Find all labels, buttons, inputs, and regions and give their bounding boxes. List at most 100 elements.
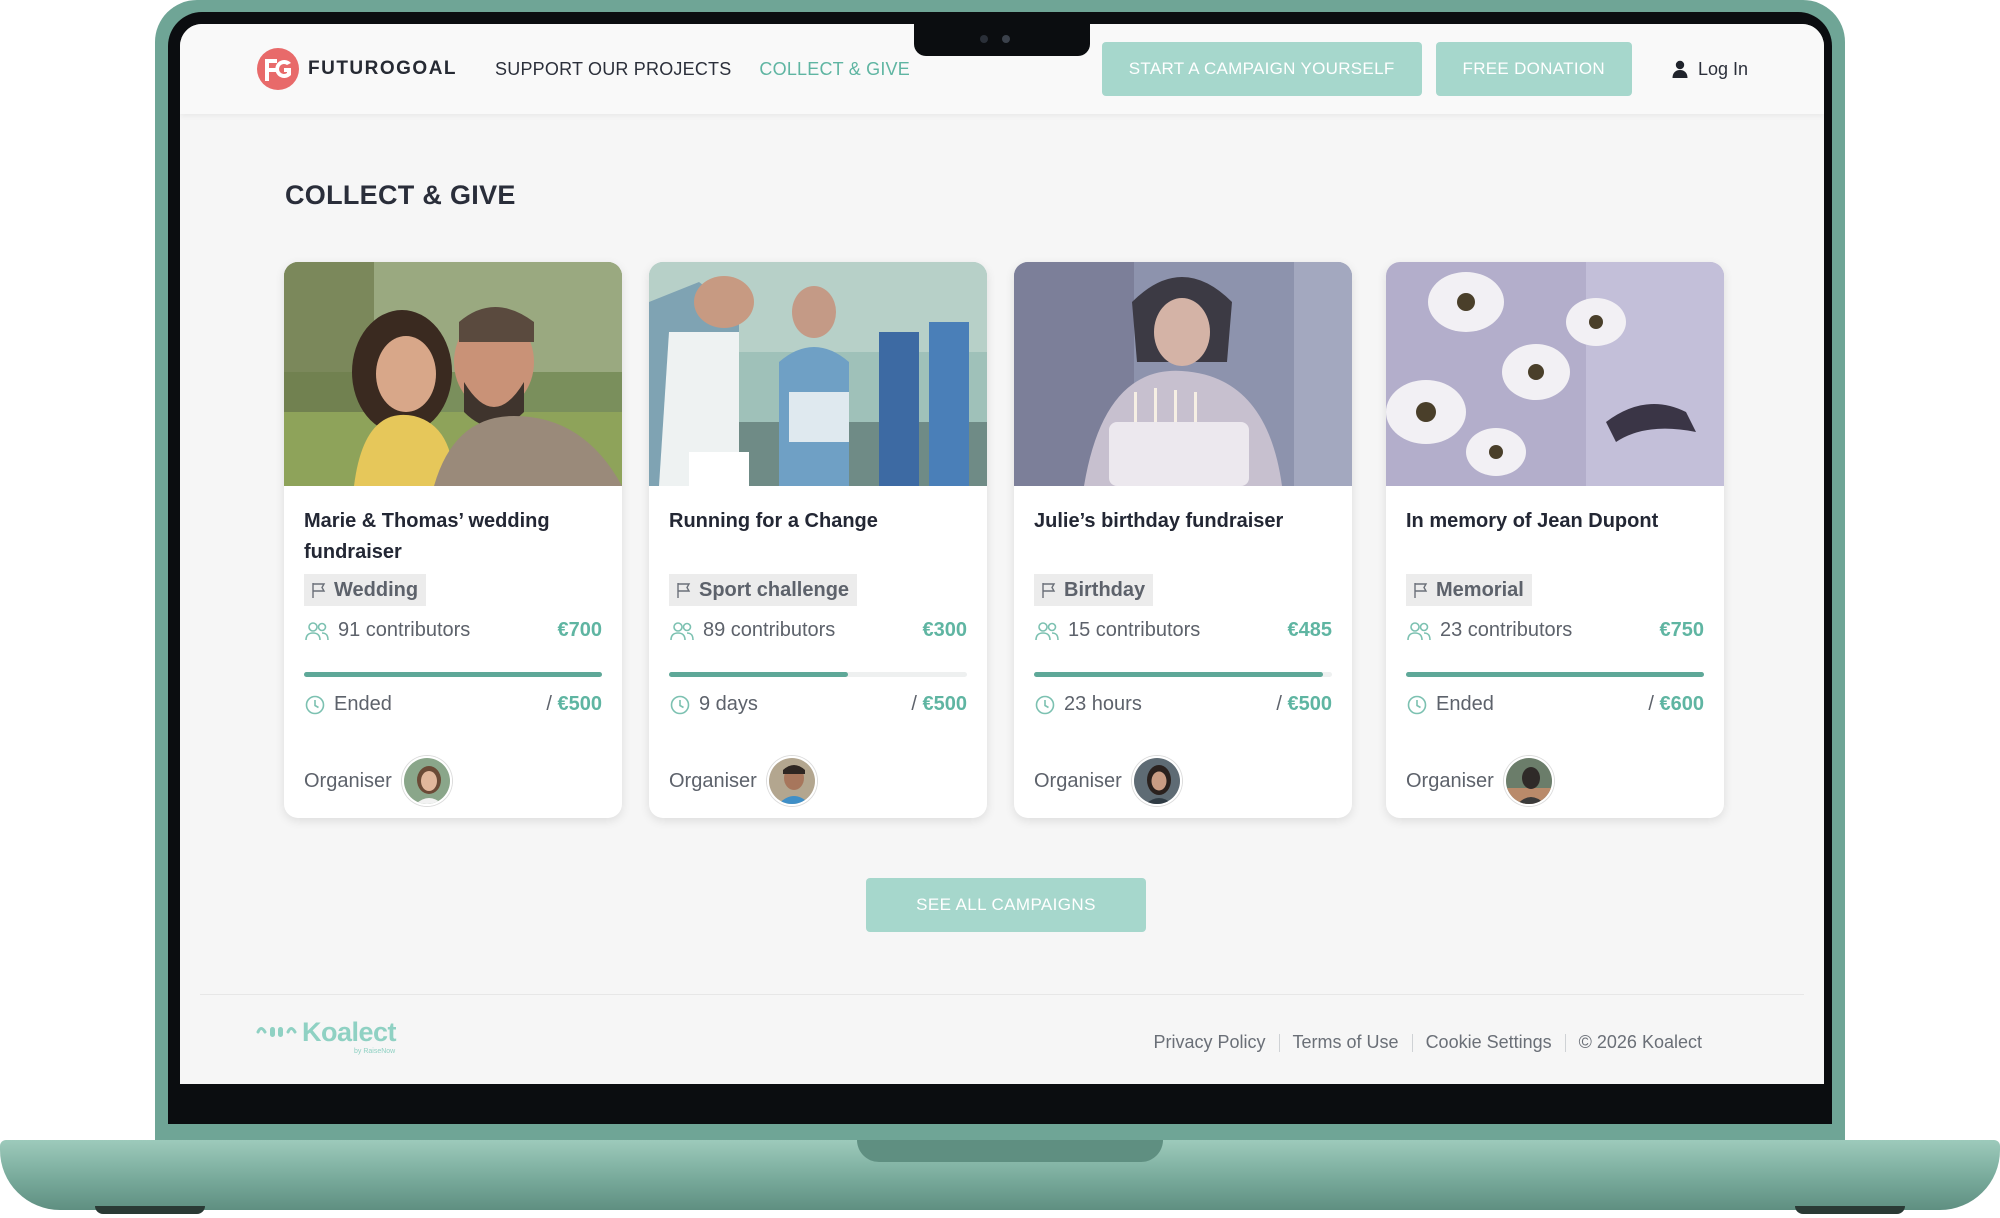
time-row: Ended / €600: [1406, 693, 1704, 716]
goal-amount: / €500: [911, 693, 968, 715]
koalect-byline: by RaiseNow: [354, 1048, 396, 1055]
category-label: Birthday: [1064, 578, 1146, 601]
start-campaign-button[interactable]: START A CAMPAIGN YOURSELF: [1101, 42, 1422, 96]
koalect-mark-icon: [256, 1027, 297, 1037]
goal-value: €500: [1287, 693, 1333, 715]
organiser-avatar[interactable]: [766, 756, 817, 806]
cookie-settings-link[interactable]: Cookie Settings: [1426, 1032, 1552, 1053]
footer-links: Privacy Policy Terms of Use Cookie Setti…: [1154, 1032, 1703, 1053]
daisies-photo: [1386, 262, 1724, 486]
contributors-row: 15 contributors €485: [1034, 619, 1332, 642]
category-label: Memorial: [1436, 578, 1524, 601]
laptop-opening-notch: [857, 1140, 1163, 1162]
goal-value: €500: [557, 693, 603, 715]
campaign-list: Marie & Thomas’ wedding fundraiser Weddi…: [284, 262, 1724, 822]
koalect-wordmark: Koalect: [302, 1017, 397, 1047]
flag-icon: [312, 583, 326, 598]
brand-logo[interactable]: FUTUROGOAL: [256, 47, 457, 91]
progress-fill: [304, 672, 602, 677]
time-left: Ended: [334, 693, 392, 715]
nav-collect-and-give[interactable]: COLLECT & GIVE: [759, 59, 910, 80]
campaign-title: Marie & Thomas’ wedding fundraiser: [304, 510, 550, 563]
camera-notch: [914, 24, 1090, 56]
browser-screen: FUTUROGOAL SUPPORT OUR PROJECTS COLLECT …: [180, 24, 1824, 1084]
goal-amount: / €600: [1648, 693, 1704, 715]
category-tag: Wedding: [304, 574, 427, 606]
login-link[interactable]: Log In: [1672, 59, 1748, 80]
runners-photo: [649, 262, 987, 486]
contributors-count: 91 contributors: [338, 619, 471, 641]
see-all-campaigns-button[interactable]: SEE ALL CAMPAIGNS: [866, 878, 1146, 932]
goal-value: €500: [922, 693, 968, 715]
terms-of-use-link[interactable]: Terms of Use: [1293, 1032, 1399, 1053]
organiser: Organiser: [1034, 756, 1182, 806]
couple-photo: [284, 262, 622, 486]
time-left: Ended: [1436, 693, 1494, 715]
time-row: 23 hours / €500: [1034, 693, 1332, 716]
category-label: Sport challenge: [699, 578, 850, 601]
organiser: Organiser: [669, 756, 817, 806]
campaign-title: In memory of Jean Dupont: [1406, 510, 1659, 532]
footer-separator: [1278, 1033, 1280, 1052]
progress-fill: [1406, 672, 1704, 677]
privacy-policy-link[interactable]: Privacy Policy: [1154, 1032, 1266, 1053]
contributors-icon: [1407, 621, 1431, 640]
time-row: 9 days / €500: [669, 693, 967, 716]
clock-icon: [1035, 695, 1055, 714]
flag-icon: [677, 583, 691, 598]
free-donation-button[interactable]: FREE DONATION: [1435, 42, 1632, 96]
time-row: Ended / €500: [304, 693, 602, 716]
campaign-title: Julie’s birthday fundraiser: [1034, 510, 1284, 532]
birthday-cake-photo: [1014, 262, 1352, 486]
footer-separator: [1564, 1033, 1566, 1052]
koalect-logo[interactable]: Koalect by RaiseNow: [256, 1017, 397, 1055]
contributors-count: 89 contributors: [703, 619, 836, 641]
footer-separator: [1411, 1033, 1413, 1052]
organiser-label: Organiser: [1034, 769, 1122, 792]
contributors-row: 89 contributors €300: [669, 619, 967, 642]
progress-bar: [669, 672, 967, 677]
time-left: 23 hours: [1064, 693, 1142, 715]
flag-icon: [1042, 583, 1056, 598]
category-tag: Sport challenge: [669, 574, 858, 606]
clock-icon: [305, 695, 325, 714]
header-actions: START A CAMPAIGN YOURSELF FREE DONATION …: [1101, 42, 1748, 96]
organiser-label: Organiser: [1406, 769, 1494, 792]
category-tag: Birthday: [1034, 574, 1154, 606]
contributors-icon: [1035, 621, 1059, 640]
progress-bar: [1406, 672, 1704, 677]
raised-amount: €485: [1287, 619, 1333, 641]
raised-amount: €700: [557, 619, 603, 641]
goal-amount: / €500: [546, 693, 603, 715]
organiser-avatar[interactable]: [1131, 756, 1182, 806]
clock-icon: [1407, 695, 1427, 714]
progress-bar: [1034, 672, 1332, 677]
organiser-avatar[interactable]: [1503, 756, 1554, 806]
camera-sensor-icon: [1002, 35, 1010, 43]
laptop-foot-right: [1795, 1206, 1905, 1214]
campaign-card-running[interactable]: Running for a Change Sport challenge 89 …: [649, 262, 987, 818]
contributors-icon: [305, 621, 329, 640]
goal-amount: / €500: [1276, 693, 1333, 715]
organiser-label: Organiser: [304, 769, 392, 792]
organiser-label: Organiser: [669, 769, 757, 792]
raised-amount: €750: [1659, 619, 1705, 641]
organiser: Organiser: [304, 756, 452, 806]
main-nav: SUPPORT OUR PROJECTS COLLECT & GIVE: [495, 59, 910, 80]
category-label: Wedding: [334, 578, 419, 601]
raised-amount: €300: [922, 619, 968, 641]
nav-support-our-projects[interactable]: SUPPORT OUR PROJECTS: [495, 59, 731, 80]
progress-fill: [1034, 672, 1324, 677]
user-icon: [1672, 60, 1688, 78]
campaign-card-memorial[interactable]: In memory of Jean Dupont Memorial 23 con…: [1386, 262, 1724, 818]
organiser-avatar[interactable]: [401, 756, 452, 806]
contributors-row: 91 contributors €700: [304, 619, 602, 642]
organiser: Organiser: [1406, 756, 1554, 806]
campaign-card-wedding[interactable]: Marie & Thomas’ wedding fundraiser Weddi…: [284, 262, 622, 818]
futurogoal-logo-icon: [257, 48, 299, 90]
progress-fill: [669, 672, 848, 677]
campaign-card-birthday[interactable]: Julie’s birthday fundraiser Birthday 15 …: [1014, 262, 1352, 818]
campaign-title: Running for a Change: [669, 510, 878, 532]
contributors-count: 23 contributors: [1440, 619, 1573, 641]
progress-bar: [304, 672, 602, 677]
